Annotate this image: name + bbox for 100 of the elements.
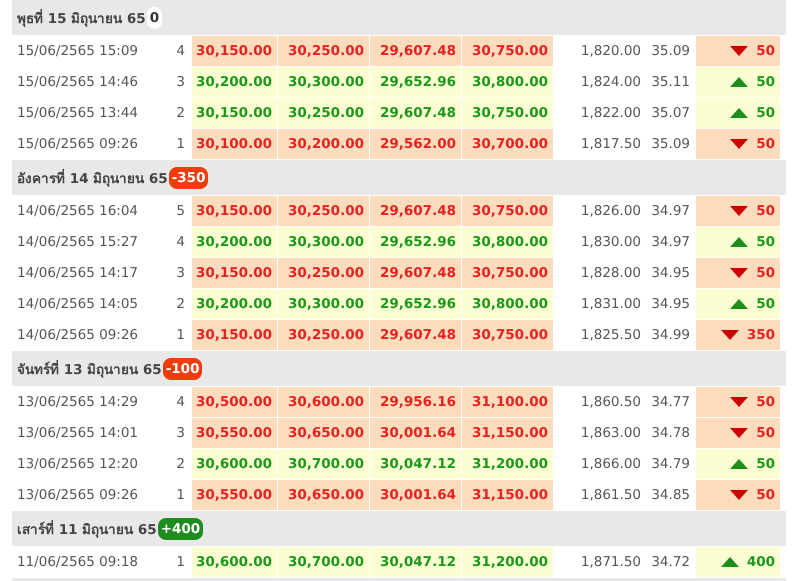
price-cell: 31,150.00 xyxy=(461,418,553,448)
time-cell-text: 14/06/2565 14:05 xyxy=(16,295,140,314)
price-cell: 30,250.00 xyxy=(277,196,369,226)
time-cell-text: 11/06/2565 09:18 xyxy=(16,553,140,572)
down-triangle-icon xyxy=(730,139,748,149)
price-cell: 30,200.00 xyxy=(191,227,277,257)
price-cell: 29,607.48 xyxy=(369,196,461,226)
time-cell-text: 13/06/2565 14:01 xyxy=(16,424,140,443)
price-cell: 31,150.00 xyxy=(461,480,553,510)
down-triangle-icon xyxy=(730,268,748,278)
day-title: อังคารที่ 14 มิถุนายน 65 xyxy=(17,168,168,188)
table-cell-text: 1,817.50 xyxy=(580,135,642,154)
time-cell-text: 14/06/2565 09:26 xyxy=(16,326,140,345)
price-cell: 30,300.00 xyxy=(277,227,369,257)
table-cell-text: 34.97 xyxy=(650,202,691,221)
change-value: 50 xyxy=(756,203,775,219)
price-cell: 30,700.00 xyxy=(277,547,369,577)
price-cell: 30,700.00 xyxy=(277,449,369,479)
table-cell-text: 3 xyxy=(175,264,185,283)
up-triangle-icon xyxy=(720,557,739,567)
table-cell-text: 1 xyxy=(175,553,185,572)
price-cell: 30,500.00 xyxy=(191,387,277,417)
table-cell-text: 34.95 xyxy=(650,264,691,283)
change-badge: -100 xyxy=(162,358,202,380)
table-cell-text: 1,822.00 xyxy=(580,104,642,123)
price-cell: 29,607.48 xyxy=(369,98,461,128)
day-title: เสาร์ที่ 11 มิถุนายน 65 xyxy=(17,518,157,540)
table-cell-text: 1 xyxy=(175,486,185,505)
table-cell-text: 34.85 xyxy=(650,486,691,505)
price-cell: 30,047.12 xyxy=(369,449,461,479)
change-badge: -350 xyxy=(168,166,208,188)
price-cell: 30,001.64 xyxy=(369,418,461,448)
change-badge: 0 xyxy=(146,6,162,28)
table-cell-text: 3 xyxy=(175,73,185,92)
price-cell: 30,150.00 xyxy=(191,258,277,288)
table-cell-text: 34.78 xyxy=(650,424,691,443)
price-cell: 30,800.00 xyxy=(461,67,553,97)
change-value: 50 xyxy=(756,105,775,121)
down-triangle-icon xyxy=(730,428,748,438)
price-cell: 29,607.48 xyxy=(369,258,461,288)
up-triangle-icon xyxy=(730,108,748,118)
price-cell: 30,650.00 xyxy=(277,418,369,448)
price-cell: 30,750.00 xyxy=(461,36,553,66)
price-cell: 29,607.48 xyxy=(369,36,461,66)
price-cell: 30,250.00 xyxy=(277,320,369,350)
change-value: 50 xyxy=(756,43,775,59)
time-cell-text: 15/06/2565 14:46 xyxy=(16,73,140,92)
time-cell-text: 14/06/2565 15:27 xyxy=(16,233,140,252)
price-cell: 30,200.00 xyxy=(191,67,277,97)
price-cell: 30,150.00 xyxy=(191,196,277,226)
price-cell: 30,750.00 xyxy=(461,258,553,288)
table-cell-text: 4 xyxy=(175,42,185,61)
price-cell: 29,652.96 xyxy=(369,227,461,257)
time-cell-text: 13/06/2565 09:26 xyxy=(16,486,140,505)
table-cell-text: 2 xyxy=(175,295,185,314)
change-value: 50 xyxy=(756,425,775,441)
day-title: จันทร์ที่ 13 มิถุนายน 65 xyxy=(17,358,162,380)
table-cell-text: 34.72 xyxy=(650,553,691,572)
change-value: 350 xyxy=(746,327,775,343)
price-cell: 29,607.48 xyxy=(369,320,461,350)
table-cell-text: 35.07 xyxy=(650,104,691,123)
table-cell-text: 35.09 xyxy=(650,135,691,154)
price-cell: 30,800.00 xyxy=(461,227,553,257)
table-cell-text: 34.95 xyxy=(650,295,691,314)
time-cell-text: 14/06/2565 14:17 xyxy=(16,264,140,283)
price-cell: 30,150.00 xyxy=(191,98,277,128)
table-cell-text: 34.77 xyxy=(650,393,691,412)
price-cell: 30,250.00 xyxy=(277,98,369,128)
price-cell: 30,750.00 xyxy=(461,196,553,226)
price-cell: 30,200.00 xyxy=(277,129,369,159)
table-cell-text: 4 xyxy=(175,233,185,252)
change-badge: +400 xyxy=(158,518,204,540)
table-cell-text: 1,830.00 xyxy=(580,233,642,252)
table-cell-text: 34.97 xyxy=(650,233,691,252)
change-value: 50 xyxy=(756,296,775,312)
table-cell-text: 1,828.00 xyxy=(580,264,642,283)
change-value: 400 xyxy=(746,554,775,570)
price-cell: 31,200.00 xyxy=(461,449,553,479)
time-cell-text: 15/06/2565 09:26 xyxy=(16,135,140,154)
price-cell: 29,652.96 xyxy=(369,289,461,319)
table-cell-text: 2 xyxy=(175,455,185,474)
price-cell: 30,250.00 xyxy=(277,36,369,66)
price-cell: 31,200.00 xyxy=(461,547,553,577)
price-cell: 30,550.00 xyxy=(191,418,277,448)
price-cell: 30,600.00 xyxy=(191,547,277,577)
price-cell: 30,100.00 xyxy=(191,129,277,159)
down-triangle-icon xyxy=(730,397,748,407)
up-triangle-icon xyxy=(730,237,748,247)
down-triangle-icon xyxy=(730,206,748,216)
table-cell-text: 4 xyxy=(175,393,185,412)
table-cell-text: 5 xyxy=(175,202,185,221)
time-cell-text: 15/06/2565 13:44 xyxy=(16,104,140,123)
table-cell-text: 1,863.00 xyxy=(580,424,642,443)
change-value: 50 xyxy=(756,487,775,503)
price-cell: 30,600.00 xyxy=(277,387,369,417)
price-cell: 29,956.16 xyxy=(369,387,461,417)
day-title: พุธที่ 15 มิถุนายน 65 xyxy=(17,8,146,28)
time-cell-text: 14/06/2565 16:04 xyxy=(16,202,140,221)
up-triangle-icon xyxy=(730,77,748,87)
price-cell: 30,250.00 xyxy=(277,258,369,288)
